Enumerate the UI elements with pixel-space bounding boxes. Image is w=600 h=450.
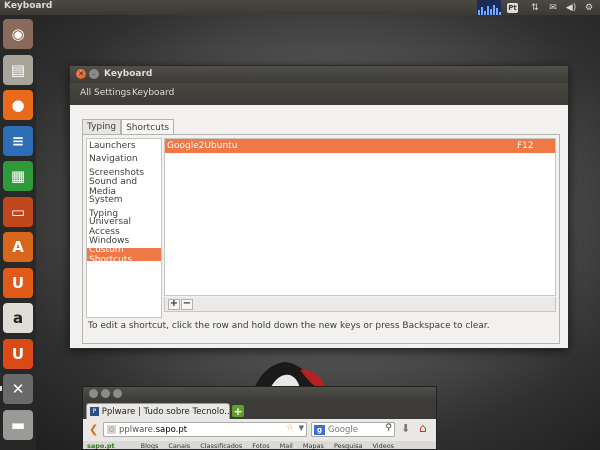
tab-typing[interactable]: Typing	[82, 119, 122, 134]
launcher-firefox-icon[interactable]: ●	[3, 90, 33, 120]
url-dropdown-icon[interactable]: ▼	[299, 424, 304, 432]
category-item[interactable]: Custom Shortcuts	[87, 245, 161, 265]
bookmark-star-icon[interactable]: ☆	[286, 423, 294, 433]
firefox-close-button[interactable]	[89, 389, 98, 398]
category-item[interactable]: Sound and Media	[87, 177, 161, 197]
new-tab-button[interactable]: +	[232, 405, 244, 417]
firefox-minimize-button[interactable]	[101, 389, 110, 398]
launcher-ubuntu-dash-icon[interactable]: ◉	[3, 19, 33, 49]
shortcut-row[interactable]: Google2Ubuntu F12	[165, 139, 555, 153]
search-icon[interactable]: ⚲	[385, 423, 392, 433]
shortcut-category-list: Launchers Navigation Screenshots Sound and …	[86, 138, 162, 318]
shortcut-edit-hint: To edit a shortcut, click the row and ho…	[88, 321, 490, 331]
firefox-maximize-button[interactable]	[113, 389, 122, 398]
bookmark-link[interactable]: Blogs	[141, 442, 159, 449]
libreoffice-calc-glyph: ▦	[10, 167, 26, 185]
firefox-titlebar[interactable]	[83, 387, 436, 401]
launcher-software-center-icon[interactable]: A	[3, 232, 33, 262]
network-arrows-icon[interactable]: ⇅	[526, 0, 544, 15]
system-monitor-icon[interactable]	[477, 0, 501, 15]
bookmark-link[interactable]: Mail	[280, 442, 293, 449]
amazon-glyph: a	[12, 309, 24, 327]
removable-drive-glyph: ▬	[10, 415, 26, 434]
running-indicator	[0, 386, 2, 391]
category-item[interactable]: Universal Access	[87, 217, 161, 237]
firefox-glyph: ●	[11, 96, 25, 114]
launcher-system-settings-icon[interactable]: ✕	[3, 374, 33, 404]
bookmark-link[interactable]: Pesquisa	[334, 442, 363, 449]
launcher: ◉ ▤ ● ≡ ▦ ▭ A Ua U ✕ ▬	[0, 15, 36, 450]
mail-icon[interactable]: ✉	[544, 0, 562, 15]
ubuntu-dash-glyph: ◉	[11, 25, 25, 43]
ubuntu-one-glyph: U	[11, 273, 25, 292]
search-engine-icon[interactable]: g	[314, 424, 325, 435]
launcher-files-icon[interactable]: ▤	[3, 54, 33, 85]
libreoffice-impress-glyph: ▭	[10, 202, 26, 221]
bookmarks-bar: sapo.pt Blogs Canais Classificados Fotos Mail…	[83, 441, 436, 449]
back-arrow-icon[interactable]: ❮	[89, 423, 98, 436]
shortcut-list-toolbar: + −	[164, 297, 556, 312]
firefox-tabstrip: P Pplware | Tudo sobre Tecnolo... +	[83, 401, 436, 419]
bookmark-link[interactable]: Fotos	[252, 442, 269, 449]
browser-tab[interactable]: P Pplware | Tudo sobre Tecnolo...	[86, 403, 230, 419]
shortcut-name: Google2Ubuntu	[167, 141, 238, 151]
tab-shortcuts[interactable]: Shortcuts	[121, 119, 175, 135]
libreoffice-writer-glyph: ≡	[11, 131, 25, 150]
navigation-toolbar: ❮ ○ pplware.sapo.pt ☆ ▼ g Google ⚲ ⬇ ⌂	[83, 419, 436, 441]
system-settings-glyph: ✕	[11, 380, 25, 398]
download-arrow-icon[interactable]: ⬇	[401, 422, 410, 435]
search-box[interactable]: g Google ⚲	[311, 422, 395, 437]
settings-gear-icon[interactable]: ⚙	[580, 0, 598, 15]
remove-shortcut-button[interactable]: −	[181, 298, 193, 310]
url-text: pplware.sapo.pt	[119, 424, 188, 435]
browser-tab-title: Pplware | Tudo sobre Tecnolo...	[101, 406, 229, 417]
bookmark-link[interactable]: sapo.pt	[87, 442, 115, 449]
keyboard-settings-window: ✕ – Keyboard All Settings Keyboard Typin…	[69, 65, 569, 349]
site-identity-icon[interactable]: ○	[107, 425, 116, 434]
bookmark-link[interactable]: Videos	[372, 442, 394, 449]
bookmark-link[interactable]: Mapas	[303, 442, 324, 449]
breadcrumb-keyboard[interactable]: Keyboard	[132, 88, 174, 98]
shortcuts-panel: Launchers Navigation Screenshots Sound and …	[82, 134, 560, 344]
all-settings-button[interactable]: All Settings	[80, 88, 131, 98]
launcher-ubuntu-one-music-icon[interactable]: U	[3, 338, 33, 369]
window-title: Keyboard	[104, 69, 153, 79]
category-item[interactable]: Launchers	[87, 139, 161, 153]
launcher-amazon-icon[interactable]: a	[3, 303, 33, 333]
files-glyph: ▤	[10, 60, 26, 79]
keyboard-layout-indicator[interactable]: Pt	[507, 2, 518, 13]
shortcut-accelerator[interactable]: F12	[517, 141, 534, 151]
settings-toolbar: All Settings Keyboard	[70, 83, 568, 105]
category-item[interactable]: Navigation	[87, 153, 161, 167]
firefox-window: P Pplware | Tudo sobre Tecnolo... + ❮ ○ …	[82, 386, 437, 450]
active-window-title: Keyboard	[4, 1, 53, 11]
ubuntu-one-music-glyph: U	[11, 344, 25, 363]
launcher-ubuntu-one-icon[interactable]: U	[3, 267, 33, 298]
bookmark-link[interactable]: Canais	[168, 442, 190, 449]
launcher-libreoffice-impress-icon[interactable]: ▭	[3, 196, 33, 227]
tab-bar: Typing Shortcuts	[82, 119, 175, 135]
add-shortcut-button[interactable]: +	[168, 298, 180, 310]
volume-icon[interactable]: ◀)	[562, 0, 580, 15]
launcher-removable-drive-icon[interactable]: ▬	[3, 409, 33, 440]
close-window-button[interactable]: ✕	[76, 69, 86, 79]
launcher-libreoffice-writer-icon[interactable]: ≡	[3, 125, 33, 156]
bookmark-link[interactable]: Classificados	[200, 442, 242, 449]
search-placeholder: Google	[328, 424, 358, 435]
software-center-glyph: A	[12, 238, 24, 256]
home-icon[interactable]: ⌂	[419, 421, 427, 435]
shortcut-table: Google2Ubuntu F12	[164, 138, 556, 296]
url-bar[interactable]: ○ pplware.sapo.pt ☆ ▼	[103, 422, 307, 437]
launcher-libreoffice-calc-icon[interactable]: ▦	[3, 161, 33, 191]
minimize-window-button[interactable]: –	[89, 69, 99, 79]
system-tray: Pt ⇅ ✉ ◀) ⚙	[477, 0, 598, 15]
window-titlebar[interactable]: ✕ – Keyboard	[70, 66, 568, 83]
top-panel: Keyboard Pt ⇅ ✉ ◀) ⚙	[0, 0, 600, 15]
site-favicon-icon: P	[90, 407, 99, 416]
